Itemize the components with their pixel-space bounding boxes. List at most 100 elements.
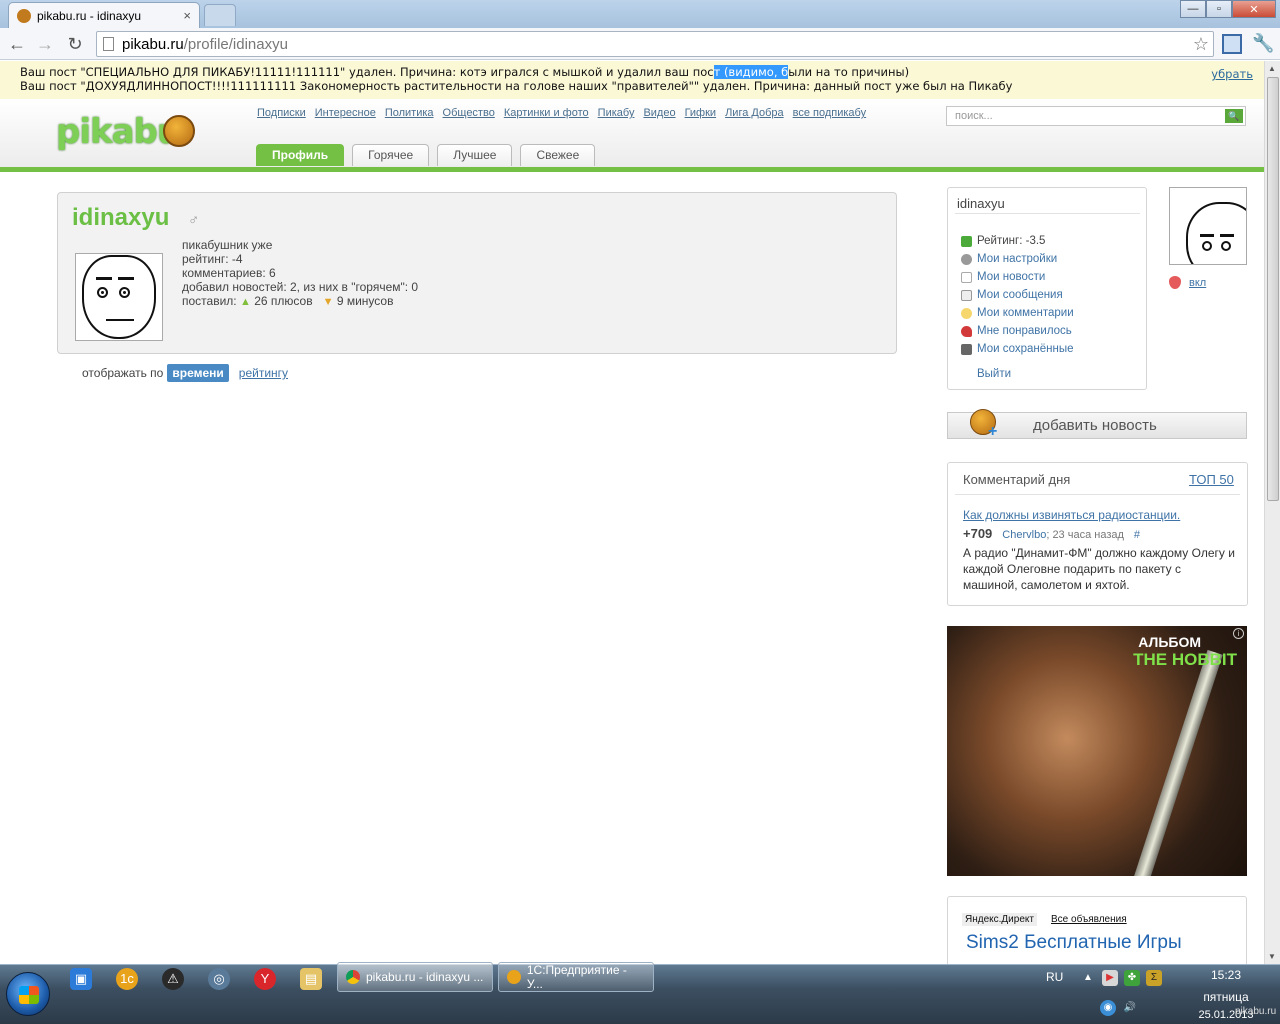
- menu-item-news[interactable]: Мои новости: [961, 268, 1074, 286]
- url-text: pikabu.ru/profile/idinaxyu: [122, 35, 288, 53]
- window-controls: — ▫ ✕: [1180, 0, 1276, 18]
- nav-link[interactable]: Видео: [643, 107, 675, 119]
- tab-close-icon[interactable]: ×: [183, 8, 191, 23]
- nav-link[interactable]: Интересное: [315, 107, 376, 119]
- comment-author-link[interactable]: Chervlbo: [1002, 529, 1046, 541]
- extension-icon[interactable]: [1222, 34, 1242, 54]
- document-icon: [961, 271, 972, 283]
- back-button[interactable]: ←: [6, 33, 28, 55]
- user-menu-list: Рейтинг: -3.5 Мои настройки Мои новости …: [961, 232, 1074, 358]
- scroll-up-icon[interactable]: ▲: [1268, 64, 1276, 73]
- yandex-browser-icon[interactable]: Y: [254, 968, 276, 990]
- address-bar[interactable]: pikabu.ru/profile/idinaxyu ☆: [96, 31, 1214, 57]
- folder-icon[interactable]: ▤: [300, 968, 322, 990]
- new-tab-button[interactable]: [204, 4, 236, 26]
- maximize-button[interactable]: ▫: [1206, 0, 1232, 18]
- nav-link[interactable]: Пикабу: [598, 107, 635, 119]
- muffin-logo-icon: [163, 115, 195, 147]
- forward-button[interactable]: →: [34, 33, 56, 55]
- reload-button[interactable]: ↻: [64, 33, 86, 55]
- divider: [955, 494, 1240, 495]
- nav-link[interactable]: Политика: [385, 107, 434, 119]
- profile-username: idinaxyu: [72, 204, 170, 231]
- search-icon[interactable]: 🔍: [1225, 109, 1243, 123]
- heart-icon: [961, 325, 972, 337]
- watermark: pikabu.ru: [1235, 1006, 1277, 1017]
- page-scrollbar[interactable]: ▲ ▼: [1264, 61, 1280, 964]
- user-menu-name: idinaxyu: [957, 196, 1005, 211]
- yandex-direct-label: Яндекс.Директ: [962, 913, 1037, 926]
- tray-clover-icon[interactable]: ✤: [1124, 970, 1140, 986]
- divider: [955, 213, 1140, 214]
- start-button[interactable]: [6, 972, 50, 1016]
- scroll-thumb[interactable]: [1267, 77, 1279, 501]
- network-app-icon[interactable]: ◎: [208, 968, 230, 990]
- ad-title-link[interactable]: Sims2 Бесплатные Игры: [966, 932, 1182, 954]
- comment-score: +709: [963, 526, 993, 541]
- browser-tab-active[interactable]: pikabu.ru - idinaxyu ×: [8, 2, 200, 28]
- menu-item-settings[interactable]: Мои настройки: [961, 250, 1074, 268]
- dismiss-notice-link[interactable]: убрать: [1211, 67, 1253, 81]
- tab-fresh[interactable]: Свежее: [520, 144, 596, 166]
- 1c-icon[interactable]: 1с: [116, 968, 138, 990]
- scroll-down-icon[interactable]: ▼: [1268, 952, 1276, 961]
- logout-link[interactable]: Выйти: [977, 368, 1011, 380]
- warning-app-icon[interactable]: ⚠: [162, 968, 184, 990]
- menu-item-liked[interactable]: Мне понравилось: [961, 322, 1074, 340]
- menu-item-messages[interactable]: Мои сообщения: [961, 286, 1074, 304]
- top-50-link[interactable]: ТОП 50: [1189, 472, 1234, 487]
- hobbit-ad-banner[interactable]: АЛЬБОМ THE HOBBIT i: [947, 626, 1247, 876]
- search-input[interactable]: поиск... 🔍: [946, 106, 1246, 126]
- floppy-disk-icon: [961, 343, 972, 355]
- site-logo[interactable]: pikabu: [56, 112, 181, 152]
- tab-hot[interactable]: Горячее: [352, 144, 430, 166]
- windows-logo-icon: [19, 986, 39, 1004]
- taskbar-task-chrome[interactable]: pikabu.ru - idinaxyu ...: [337, 962, 493, 992]
- minimize-button[interactable]: —: [1180, 0, 1206, 18]
- system-tray: ▲ ▶ ✤ Σ: [1080, 970, 1162, 986]
- close-window-button[interactable]: ✕: [1232, 0, 1276, 18]
- menu-item-comments[interactable]: Мои комментарии: [961, 304, 1074, 322]
- sort-by-time-button[interactable]: времени: [167, 364, 229, 382]
- tray-expand-icon[interactable]: ▲: [1080, 970, 1096, 986]
- nav-link[interactable]: Лига Добра: [725, 107, 784, 119]
- nav-link[interactable]: Общество: [443, 107, 495, 119]
- comment-permalink[interactable]: #: [1134, 529, 1140, 541]
- nav-link[interactable]: Картинки и фото: [504, 107, 589, 119]
- tray-app-icon[interactable]: ▶: [1102, 970, 1118, 986]
- system-tray-row2: ◉ 🔊: [1100, 1000, 1138, 1016]
- chrome-icon: [346, 970, 360, 984]
- nav-link[interactable]: Гифки: [685, 107, 717, 119]
- wrench-menu-icon[interactable]: 🔧: [1252, 33, 1274, 54]
- language-indicator[interactable]: RU: [1046, 970, 1063, 984]
- taskbar-app-icon[interactable]: ▣: [70, 968, 92, 990]
- tab-best[interactable]: Лучшее: [437, 144, 513, 166]
- tab-profile[interactable]: Профиль: [256, 144, 345, 166]
- nav-link[interactable]: все подпикабу: [793, 107, 866, 119]
- add-news-button[interactable]: + добавить новость: [947, 409, 1247, 440]
- all-ads-link[interactable]: Все объявления: [1051, 914, 1127, 925]
- strawberry-toggle[interactable]: вкл: [1169, 276, 1206, 289]
- plus-triangle-icon: ▲: [239, 296, 251, 308]
- volume-icon[interactable]: 🔊: [1122, 1000, 1138, 1016]
- male-gender-icon: ♂: [188, 212, 200, 229]
- bookmark-star-icon[interactable]: ☆: [1193, 34, 1209, 55]
- nav-link[interactable]: Подписки: [257, 107, 306, 119]
- comment-meta: +709 Chervlbo; 23 часа назад #: [963, 526, 1141, 541]
- comment-post-link[interactable]: Как должны извиняться радиостанции.: [963, 508, 1180, 522]
- menu-item-saved[interactable]: Мои сохранённые: [961, 340, 1074, 358]
- meme-face-icon: [82, 255, 156, 339]
- sort-bar: отображать по времени рейтингу: [82, 364, 289, 382]
- tray-sum-icon[interactable]: Σ: [1146, 970, 1162, 986]
- gear-icon: [961, 253, 972, 265]
- plus-icon: +: [988, 423, 998, 440]
- taskbar-task-1c[interactable]: 1С:Предприятие - У...: [498, 962, 654, 992]
- deleted-posts-notice: Ваш пост "СПЕЦИАЛЬНО ДЛЯ ПИКАБУ!11111!11…: [0, 61, 1264, 99]
- browser-toolbar: ← → ↻ pikabu.ru/profile/idinaxyu ☆ 🔧: [0, 28, 1280, 60]
- network-icon[interactable]: ◉: [1100, 1000, 1116, 1016]
- profile-stats: пикабушник уже рейтинг: -4 комментариев:…: [182, 238, 419, 308]
- rating-chart-icon: [961, 235, 972, 247]
- top-navigation: Подписки Интересное Политика Общество Ка…: [257, 107, 866, 119]
- sort-by-rating-link[interactable]: рейтингу: [239, 366, 288, 380]
- ad-info-icon[interactable]: i: [1233, 628, 1244, 639]
